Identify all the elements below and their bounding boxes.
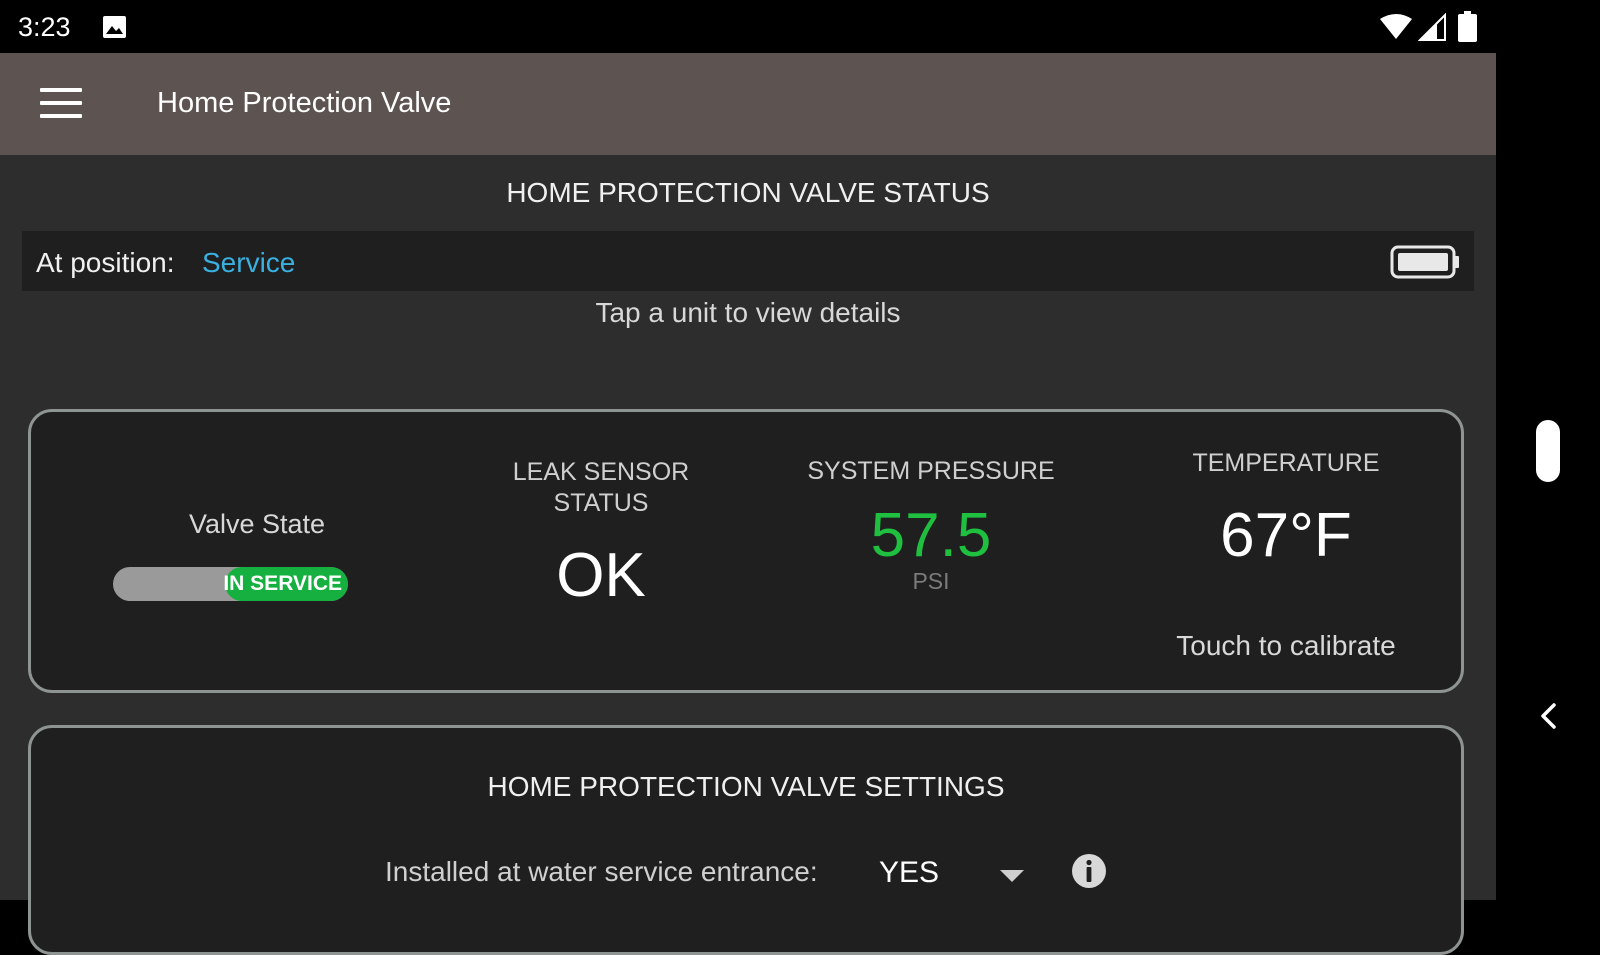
app-bar: Home Protection Valve xyxy=(0,53,1496,155)
menu-icon[interactable] xyxy=(40,88,82,118)
calibrate-hint[interactable]: Touch to calibrate xyxy=(1121,630,1451,662)
installed-label: Installed at water service entrance: xyxy=(385,856,818,887)
home-handle[interactable] xyxy=(1536,420,1560,482)
app-title: Home Protection Valve xyxy=(157,87,452,119)
position-bar: At position: Service xyxy=(22,231,1474,291)
leak-sensor-title: LEAK SENSOR STATUS xyxy=(451,457,751,519)
status-bar: 3:23 xyxy=(0,0,1496,53)
leak-sensor-value: OK xyxy=(556,541,646,610)
pressure-title: SYSTEM PRESSURE xyxy=(807,457,1055,485)
leak-title-line2: STATUS xyxy=(553,489,649,517)
status-time: 3:23 xyxy=(18,12,71,42)
pressure-unit: PSI xyxy=(912,568,950,594)
settings-title: HOME PROTECTION VALVE SETTINGS xyxy=(487,771,1005,802)
navigation-bar xyxy=(1496,0,1600,900)
device-battery-icon xyxy=(1390,245,1459,279)
status-section-title: HOME PROTECTION VALVE STATUS xyxy=(506,177,990,208)
signal-icon xyxy=(1418,13,1446,41)
temperature-title: TEMPERATURE xyxy=(1192,449,1380,477)
tap-hint: Tap a unit to view details xyxy=(595,297,901,328)
leak-title-line1: LEAK SENSOR xyxy=(512,458,690,486)
position-value[interactable]: Service xyxy=(202,247,295,279)
temperature-value: 67°F xyxy=(1220,501,1352,570)
valve-state-toggle[interactable]: IN SERVICE xyxy=(113,567,348,601)
back-icon[interactable] xyxy=(1536,702,1562,730)
dropdown-arrow-icon[interactable] xyxy=(999,868,1025,884)
battery-icon xyxy=(1458,11,1477,42)
valve-state-label: Valve State xyxy=(188,509,326,539)
wifi-icon xyxy=(1380,14,1412,39)
position-label: At position: xyxy=(36,247,175,278)
main-content: HOME PROTECTION VALVE STATUS At position… xyxy=(0,155,1496,955)
pressure-value: 57.5 xyxy=(870,501,992,570)
valve-status-card[interactable]: Valve State IN SERVICE LEAK SENSOR STATU… xyxy=(28,409,1464,693)
valve-settings-card: HOME PROTECTION VALVE SETTINGS Installed… xyxy=(28,725,1464,955)
installed-select[interactable]: YES xyxy=(879,856,939,890)
toggle-text: IN SERVICE xyxy=(223,572,342,595)
image-icon xyxy=(103,16,126,38)
info-icon[interactable] xyxy=(1071,853,1107,889)
